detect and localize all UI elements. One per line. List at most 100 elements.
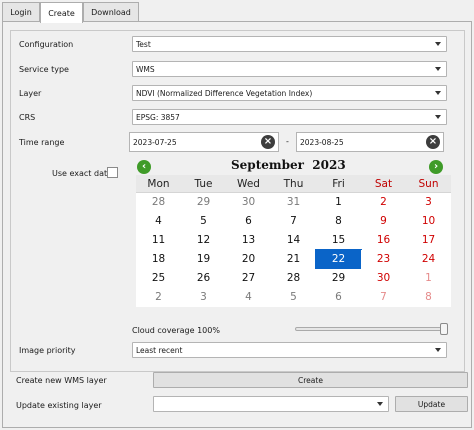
tab-login-label: Login bbox=[10, 8, 32, 17]
calendar-day[interactable]: 26 bbox=[181, 269, 226, 288]
calendar-day[interactable]: 15 bbox=[316, 231, 361, 250]
prev-month-icon[interactable]: ‹ bbox=[137, 160, 151, 174]
calendar-week: 28 29 30 31 1 2 3 bbox=[136, 193, 451, 212]
end-date-field[interactable]: 2023-08-25 × bbox=[296, 132, 444, 152]
calendar-day[interactable]: 12 bbox=[181, 231, 226, 250]
image-priority-select[interactable]: Least recent bbox=[132, 342, 447, 358]
cloud-coverage-slider[interactable] bbox=[295, 327, 448, 331]
create-new-layer-label: Create new WMS layer bbox=[16, 376, 107, 385]
calendar-day[interactable]: 3 bbox=[181, 288, 226, 307]
cloud-coverage-slider-handle[interactable] bbox=[440, 323, 448, 335]
next-month-icon[interactable]: › bbox=[429, 160, 443, 174]
time-range-separator: - bbox=[286, 137, 289, 146]
calendar-day[interactable]: 30 bbox=[361, 269, 406, 288]
existing-layer-select[interactable] bbox=[153, 396, 389, 412]
calendar-day[interactable]: 30 bbox=[226, 193, 271, 212]
tab-download-label: Download bbox=[91, 8, 131, 17]
calendar-week: 4 5 6 7 8 9 10 bbox=[136, 212, 451, 231]
chevron-down-icon bbox=[435, 91, 441, 95]
calendar-day[interactable]: 5 bbox=[181, 212, 226, 231]
tab-create[interactable]: Create bbox=[40, 2, 83, 23]
weekday-sun: Sun bbox=[418, 178, 439, 190]
calendar-day[interactable]: 1 bbox=[406, 269, 451, 288]
calendar-day[interactable]: 1 bbox=[316, 193, 361, 212]
calendar-day[interactable]: 22 bbox=[315, 249, 362, 270]
calendar-day[interactable]: 27 bbox=[226, 269, 271, 288]
calendar-day[interactable]: 5 bbox=[271, 288, 316, 307]
calendar-day[interactable]: 6 bbox=[316, 288, 361, 307]
configuration-select[interactable]: Test bbox=[132, 36, 447, 52]
calendar-day[interactable]: 3 bbox=[406, 193, 451, 212]
create-button[interactable]: Create bbox=[153, 372, 468, 388]
update-existing-layer-label: Update existing layer bbox=[16, 401, 102, 410]
calendar-day[interactable]: 2 bbox=[361, 193, 406, 212]
calendar-day[interactable]: 17 bbox=[406, 231, 451, 250]
use-exact-date-checkbox[interactable] bbox=[107, 167, 118, 178]
image-priority-value: Least recent bbox=[136, 345, 183, 355]
chevron-down-icon bbox=[435, 42, 441, 46]
calendar-day[interactable]: 6 bbox=[226, 212, 271, 231]
weekday-thu: Thu bbox=[283, 178, 304, 190]
tab-login[interactable]: Login bbox=[2, 2, 40, 22]
configuration-label: Configuration bbox=[19, 40, 74, 49]
calendar-day[interactable]: 16 bbox=[361, 231, 406, 250]
calendar-grid: Mon Tue Wed Thu Fri Sat Sun 28 29 30 31 1 2 3 4 5 6 7 8 9 1… bbox=[136, 175, 451, 307]
calendar-day[interactable]: 23 bbox=[361, 250, 406, 269]
calendar-day[interactable]: 29 bbox=[181, 193, 226, 212]
calendar-day[interactable]: 11 bbox=[136, 231, 181, 250]
calendar-day[interactable]: 20 bbox=[226, 250, 271, 269]
calendar-month[interactable]: September bbox=[231, 158, 304, 172]
calendar-day[interactable]: 29 bbox=[316, 269, 361, 288]
service-type-select[interactable]: WMS bbox=[132, 61, 447, 77]
calendar-week: 2345678 bbox=[136, 288, 451, 307]
calendar-year[interactable]: 2023 bbox=[312, 158, 345, 172]
calendar-day[interactable]: 28 bbox=[271, 269, 316, 288]
start-date-field[interactable]: 2023-07-25 × bbox=[129, 132, 279, 152]
calendar-day[interactable]: 4 bbox=[226, 288, 271, 307]
clear-start-date-icon[interactable]: × bbox=[261, 135, 275, 149]
service-type-label: Service type bbox=[19, 65, 69, 74]
calendar-day[interactable]: 4 bbox=[136, 212, 181, 231]
calendar-day[interactable]: 28 bbox=[136, 193, 181, 212]
calendar-day[interactable]: 14 bbox=[271, 231, 316, 250]
chevron-down-icon bbox=[377, 402, 383, 406]
crs-select[interactable]: EPSG: 3857 bbox=[132, 109, 447, 125]
calendar-day[interactable]: 25 bbox=[136, 269, 181, 288]
calendar-day[interactable]: 2 bbox=[136, 288, 181, 307]
cloud-coverage-label: Cloud coverage 100% bbox=[132, 326, 220, 335]
calendar-day[interactable]: 21 bbox=[271, 250, 316, 269]
crs-label: CRS bbox=[19, 113, 36, 122]
clear-end-date-icon[interactable]: × bbox=[426, 135, 440, 149]
tab-download[interactable]: Download bbox=[83, 2, 139, 22]
calendar-day[interactable]: 31 bbox=[271, 193, 316, 212]
weekday-mon: Mon bbox=[147, 178, 170, 190]
layer-value: NDVI (Normalized Difference Vegetation I… bbox=[136, 88, 313, 98]
chevron-down-icon bbox=[435, 348, 441, 352]
weekday-header: Mon Tue Wed Thu Fri Sat Sun bbox=[136, 175, 451, 193]
calendar-day[interactable]: 7 bbox=[361, 288, 406, 307]
calendar-week: 11 12 13 14 15 16 17 bbox=[136, 231, 451, 250]
calendar-day[interactable]: 8 bbox=[406, 288, 451, 307]
update-button[interactable]: Update bbox=[395, 396, 468, 412]
update-button-label: Update bbox=[417, 399, 446, 409]
configuration-value: Test bbox=[136, 39, 151, 49]
weekday-sat: Sat bbox=[374, 178, 393, 190]
calendar-day[interactable]: 18 bbox=[136, 250, 181, 269]
layer-select[interactable]: NDVI (Normalized Difference Vegetation I… bbox=[132, 85, 447, 101]
calendar-day[interactable]: 24 bbox=[406, 250, 451, 269]
calendar-day[interactable]: 19 bbox=[181, 250, 226, 269]
calendar-day[interactable]: 9 bbox=[361, 212, 406, 231]
calendar-week: 25 26 27 28 29 30 1 bbox=[136, 269, 451, 288]
calendar-day[interactable]: 7 bbox=[271, 212, 316, 231]
chevron-down-icon bbox=[435, 67, 441, 71]
calendar-day[interactable]: 10 bbox=[406, 212, 451, 231]
calendar: ‹ September 2023 › Mon Tue Wed Thu Fri Sat Sun… bbox=[136, 158, 451, 330]
start-date-value: 2023-07-25 bbox=[133, 137, 177, 147]
weekday-wed: Wed bbox=[237, 178, 260, 190]
use-exact-date-label: Use exact date bbox=[52, 169, 113, 178]
calendar-body: 28 29 30 31 1 2 3 4 5 6 7 8 9 10 11 12 13 14 15 16 17 18 19 20 2… bbox=[136, 193, 451, 307]
weekday-fri: Fri bbox=[332, 178, 345, 190]
calendar-day[interactable]: 8 bbox=[316, 212, 361, 231]
calendar-day[interactable]: 13 bbox=[226, 231, 271, 250]
calendar-title: September 2023 bbox=[231, 158, 346, 172]
